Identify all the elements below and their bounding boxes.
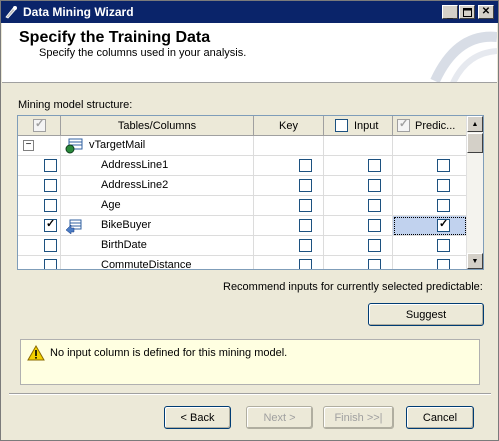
column-name: BikeBuyer	[101, 219, 152, 231]
column-name: AddressLine2	[101, 179, 169, 191]
footer-separator	[9, 393, 491, 395]
wizard-window: Data Mining Wizard _ ✕ Specify the Train…	[0, 0, 499, 441]
predict-checkbox[interactable]	[437, 239, 450, 252]
predict-all-checkbox[interactable]: ✓	[397, 118, 410, 132]
column-name: BirthDate	[101, 239, 147, 251]
wizard-icon	[5, 6, 17, 19]
list-item[interactable]: BirthDate	[18, 236, 467, 256]
key-checkbox[interactable]	[299, 259, 312, 269]
col-header-predictable-label: Predic...	[415, 120, 456, 132]
col-header-input-label: Input	[354, 120, 379, 132]
scroll-down-button[interactable]: ▼	[467, 253, 483, 269]
columns-grid[interactable]: ✓ Tables/Columns Key Input ✓ Predic... −	[17, 115, 484, 270]
column-name: Age	[101, 199, 121, 211]
key-checkbox[interactable]	[299, 179, 312, 192]
predict-checkbox[interactable]	[437, 199, 450, 212]
cancel-button-label: Cancel	[422, 411, 458, 424]
wizard-header: Specify the Training Data Specify the co…	[2, 23, 497, 83]
next-button-label: Next >	[263, 411, 296, 424]
predict-checkbox[interactable]: ✓	[437, 218, 450, 232]
include-checkbox[interactable]	[44, 159, 57, 172]
list-item[interactable]: AddressLine2	[18, 176, 467, 196]
message-text: No input column is defined for this mini…	[50, 347, 288, 359]
include-checkbox[interactable]: ✓	[44, 218, 57, 232]
minimize-button[interactable]: _	[442, 5, 458, 20]
finish-button[interactable]: Finish >>|	[323, 406, 394, 429]
input-checkbox[interactable]	[368, 159, 381, 172]
input-checkbox[interactable]	[368, 259, 381, 269]
key-checkbox[interactable]	[299, 199, 312, 212]
input-all-checkbox[interactable]	[335, 119, 348, 132]
col-header-input[interactable]: Input	[324, 116, 393, 136]
list-item[interactable]: Age	[18, 196, 467, 216]
include-checkbox[interactable]	[44, 239, 57, 252]
header-art-icon	[430, 31, 497, 82]
vertical-scrollbar[interactable]: ▲ ▼	[466, 116, 483, 269]
back-button-label: < Back	[180, 411, 215, 424]
scroll-thumb[interactable]	[467, 133, 483, 153]
key-checkbox[interactable]	[299, 219, 312, 232]
maximize-button[interactable]	[459, 5, 475, 19]
suggest-button-label: Suggest	[405, 308, 447, 321]
list-item[interactable]: AddressLine1	[18, 156, 467, 176]
include-checkbox[interactable]	[44, 179, 57, 192]
include-checkbox[interactable]	[44, 199, 57, 212]
back-button[interactable]: < Back	[164, 406, 231, 429]
scroll-up-button[interactable]: ▲	[467, 116, 483, 132]
key-checkbox[interactable]	[299, 239, 312, 252]
table-icon	[65, 138, 83, 154]
warning-icon	[27, 345, 45, 361]
title-bar[interactable]: Data Mining Wizard _ ✕	[1, 1, 498, 23]
col-header-tables-columns[interactable]: Tables/Columns	[61, 116, 254, 136]
col-header-key[interactable]: Key	[254, 116, 324, 136]
recommend-label: Recommend inputs for currently selected …	[223, 281, 483, 293]
column-name: AddressLine1	[101, 159, 169, 171]
predict-checkbox[interactable]	[437, 259, 450, 269]
page-title: Specify the Training Data	[19, 29, 211, 46]
next-button[interactable]: Next >	[246, 406, 313, 429]
include-checkbox[interactable]	[44, 259, 57, 269]
input-checkbox[interactable]	[368, 199, 381, 212]
table-row-vtargetmail[interactable]: − vTargetMail	[18, 136, 467, 156]
close-button[interactable]: ✕	[478, 5, 494, 19]
predict-checkbox[interactable]	[437, 179, 450, 192]
suggest-button[interactable]: Suggest	[368, 303, 484, 326]
col-header-predictable[interactable]: ✓ Predic...	[393, 116, 467, 136]
list-item-selected[interactable]: ✓ BikeBuyer ✓	[18, 216, 467, 236]
finish-button-label: Finish >>|	[334, 411, 383, 424]
predict-checkbox[interactable]	[437, 159, 450, 172]
window-title: Data Mining Wizard	[23, 5, 134, 19]
collapse-icon[interactable]: −	[23, 140, 34, 151]
input-checkbox[interactable]	[368, 179, 381, 192]
list-item[interactable]: CommuteDistance	[18, 256, 467, 270]
key-checkbox[interactable]	[299, 159, 312, 172]
grid-header: ✓ Tables/Columns Key Input ✓ Predic...	[18, 116, 467, 136]
key-column-icon	[65, 219, 82, 234]
cancel-button[interactable]: Cancel	[406, 406, 474, 429]
column-name: CommuteDistance	[101, 259, 192, 270]
select-all-checkbox[interactable]: ✓	[33, 118, 46, 132]
header-select-all-cell: ✓	[18, 116, 61, 136]
table-name: vTargetMail	[89, 139, 146, 151]
input-checkbox[interactable]	[368, 239, 381, 252]
input-checkbox[interactable]	[368, 219, 381, 232]
page-subtitle: Specify the columns used in your analysi…	[39, 47, 247, 59]
structure-label: Mining model structure:	[18, 99, 133, 111]
message-box: No input column is defined for this mini…	[20, 339, 480, 385]
